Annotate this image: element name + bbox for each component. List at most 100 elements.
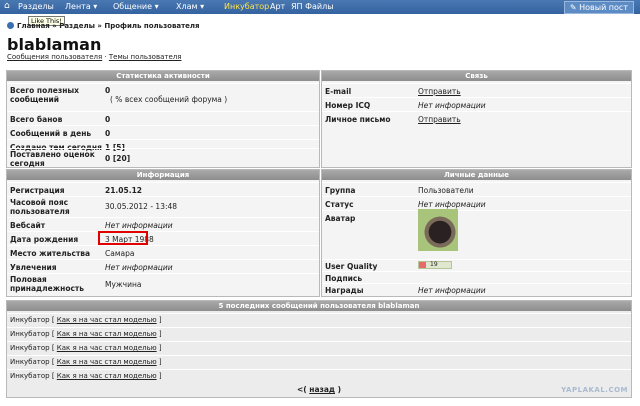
post-section: Инкубатор <box>10 372 50 380</box>
nav-lenta[interactable]: Лента ▾ <box>65 2 97 11</box>
watermark: YAPLAKAL.COM <box>561 386 628 394</box>
list-item: Инкубатор [ Как я на час стал моделью ] <box>7 369 631 383</box>
contact-row: E-mail Отправить <box>322 83 631 98</box>
personal-row: Группа Пользователи <box>322 182 631 197</box>
stats-label: Всего банов <box>10 115 63 124</box>
contact-label: E-mail <box>325 87 352 96</box>
email-send-link[interactable]: Отправить <box>418 87 461 96</box>
personal-label: Аватар <box>325 214 356 223</box>
post-section: Инкубатор <box>10 358 50 366</box>
pm-send-link[interactable]: Отправить <box>418 115 461 124</box>
info-row: Дата рождения 3 Март 1988 <box>7 231 319 246</box>
personal-row: Аватар <box>322 210 631 260</box>
info-value: Мужчина <box>105 280 142 289</box>
pager: <( назад ) <box>7 385 631 394</box>
contact-row: Личное письмо Отправить <box>322 111 631 126</box>
nav-yap-files[interactable]: ЯП Файлы <box>291 2 334 11</box>
post-link[interactable]: Как я на час стал моделью <box>57 372 157 380</box>
list-item: Инкубатор [ Как я на час стал моделью ] <box>7 355 631 369</box>
pager-back-link[interactable]: назад <box>309 385 335 394</box>
contact-header: Связь <box>322 71 631 81</box>
pager-suffix: ) <box>335 385 342 394</box>
page-title: blablaman <box>7 35 102 54</box>
new-post-icon: ✎ <box>569 3 580 12</box>
nav-hlam[interactable]: Хлам ▾ <box>176 2 204 11</box>
contact-panel: Связь E-mail Отправить Номер ICQ Нет инф… <box>321 70 632 168</box>
personal-label: Группа <box>325 186 356 195</box>
info-label: Часовой пояс пользователя <box>10 198 70 216</box>
info-label: Регистрация <box>10 186 65 195</box>
user-messages-link[interactable]: Сообщения пользователя <box>7 53 102 61</box>
avatar <box>418 209 458 251</box>
personal-panel: Личные данные Группа Пользователи Статус… <box>321 169 632 297</box>
user-links: Сообщения пользователя · Темы пользовате… <box>7 53 181 61</box>
contact-label: Личное письмо <box>325 115 391 124</box>
new-post-label: Новый пост <box>579 3 628 12</box>
user-topics-link[interactable]: Темы пользователя <box>109 53 182 61</box>
stats-value-note: ( % всех сообщений форума ) <box>110 95 228 104</box>
user-quality-bar: 19 <box>418 261 452 269</box>
personal-label: Подпись <box>325 274 363 283</box>
stats-value: 0 <box>105 115 111 124</box>
stats-value: 0 <box>105 86 111 95</box>
list-item: Инкубатор [ Как я на час стал моделью ] <box>7 327 631 341</box>
info-value: 30.05.2012 - 13:48 <box>105 202 178 211</box>
post-section: Инкубатор <box>10 344 50 352</box>
forum-icon <box>7 22 14 29</box>
info-row: Регистрация 21.05.12 <box>7 182 319 197</box>
info-panel: Информация Регистрация 21.05.12 Часовой … <box>6 169 320 297</box>
info-row: Часовой пояс пользователя 30.05.2012 - 1… <box>7 196 319 218</box>
info-row: Вебсайт Нет информации <box>7 217 319 232</box>
personal-value: Нет информации <box>418 200 486 209</box>
info-row: Увлечения Нет информации <box>7 259 319 274</box>
nav-obschenie[interactable]: Общение ▾ <box>113 2 159 11</box>
top-nav-bar: ⌂ Разделы Лента ▾ Общение ▾ Хлам ▾ Инкуб… <box>0 0 640 14</box>
quality-negative-fill <box>419 262 426 268</box>
post-link[interactable]: Как я на час стал моделью <box>57 344 157 352</box>
info-label: Вебсайт <box>10 221 46 230</box>
stats-row: Сообщений в день 0 <box>7 125 319 140</box>
info-value: Нет информации <box>105 263 173 272</box>
recent-posts-panel: 5 последних сообщений пользователя blabl… <box>6 300 632 398</box>
stats-label: Поставлено оценок сегодня <box>10 150 95 168</box>
info-value: Нет информации <box>105 221 173 230</box>
personal-value: Нет информации <box>418 286 486 295</box>
stats-value: 0 <box>105 129 111 138</box>
personal-value: Пользователи <box>418 186 474 195</box>
info-header: Информация <box>7 170 319 180</box>
recent-posts-header: 5 последних сообщений пользователя blabl… <box>7 301 631 311</box>
nav-art[interactable]: Арт <box>270 2 285 11</box>
info-value: Самара <box>105 249 135 258</box>
home-icon[interactable]: ⌂ <box>4 1 10 11</box>
personal-label: User Quality <box>325 262 378 271</box>
nav-razdely[interactable]: Разделы <box>18 2 54 11</box>
info-label: Дата рождения <box>10 235 79 244</box>
stats-value: 0 [20] <box>105 154 131 163</box>
post-link[interactable]: Как я на час стал моделью <box>57 316 157 324</box>
contact-value: Нет информации <box>418 101 486 110</box>
post-section: Инкубатор <box>10 330 50 338</box>
post-link[interactable]: Как я на час стал моделью <box>57 358 157 366</box>
info-label: Половая принадлежность <box>10 275 85 293</box>
info-row: Место жительства Самара <box>7 245 319 260</box>
post-link[interactable]: Как я на час стал моделью <box>57 330 157 338</box>
stats-row: Поставлено оценок сегодня 0 [20] <box>7 148 319 168</box>
personal-label: Награды <box>325 286 364 295</box>
stats-panel: Статистика активности Всего полезных соо… <box>6 70 320 168</box>
stats-label: Всего полезных сообщений <box>10 86 80 104</box>
post-section: Инкубатор <box>10 316 50 324</box>
highlight-box <box>98 231 148 245</box>
pager-prefix: <( <box>296 385 310 394</box>
breadcrumb: Главная » Разделы » Профиль пользователя <box>7 22 200 30</box>
contact-label: Номер ICQ <box>325 101 371 110</box>
info-label: Увлечения <box>10 263 57 272</box>
info-row: Половая принадлежность Мужчина <box>7 273 319 296</box>
nav-inkubator[interactable]: Инкубатор <box>224 2 269 11</box>
personal-label: Статус <box>325 200 354 209</box>
list-item: Инкубатор [ Как я на час стал моделью ] <box>7 341 631 355</box>
new-post-button[interactable]: ✎ Новый пост <box>563 1 634 14</box>
stats-label: Сообщений в день <box>10 129 92 138</box>
list-item: Инкубатор [ Как я на час стал моделью ] <box>7 313 631 327</box>
contact-row: Номер ICQ Нет информации <box>322 97 631 112</box>
personal-row: Награды Нет информации <box>322 283 631 296</box>
